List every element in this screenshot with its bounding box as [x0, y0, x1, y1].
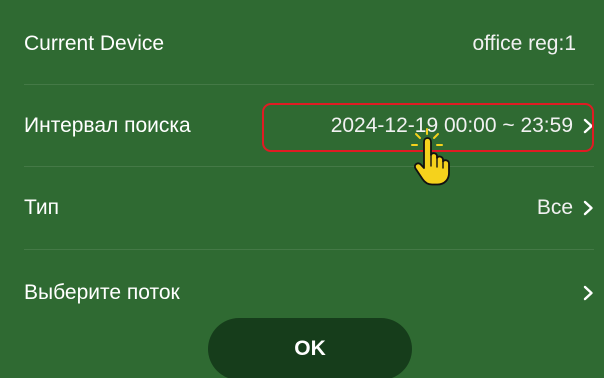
search-interval-row[interactable]: Интервал поиска 2024-12-19 00:00 ~ 23:59 [24, 85, 594, 167]
ok-button[interactable]: OK [208, 318, 412, 378]
search-interval-label: Интервал поиска [24, 114, 191, 137]
type-row[interactable]: Тип Все [24, 167, 594, 249]
search-interval-value: 2024-12-19 00:00 ~ 23:59 [330, 114, 573, 137]
search-interval-value-wrap[interactable]: 2024-12-19 00:00 ~ 23:59 [331, 114, 594, 138]
type-label: Тип [24, 196, 60, 219]
stream-select-value-wrap[interactable] [573, 285, 594, 301]
type-value: Все [536, 196, 573, 219]
stream-select-label: Выберите поток [24, 281, 180, 304]
type-value-wrap[interactable]: Все [537, 196, 594, 220]
chevron-right-icon [583, 118, 593, 134]
current-device-value-wrap: office reg:1 [472, 32, 594, 56]
current-device-row[interactable]: Current Device office reg:1 [24, 3, 594, 85]
search-settings-panel: Current Device office reg:1 Интервал пои… [0, 0, 604, 378]
current-device-value: office reg:1 [472, 32, 576, 55]
chevron-right-icon [583, 200, 593, 216]
current-device-label: Current Device [24, 32, 165, 55]
chevron-right-icon [583, 285, 593, 301]
divider [24, 249, 594, 250]
